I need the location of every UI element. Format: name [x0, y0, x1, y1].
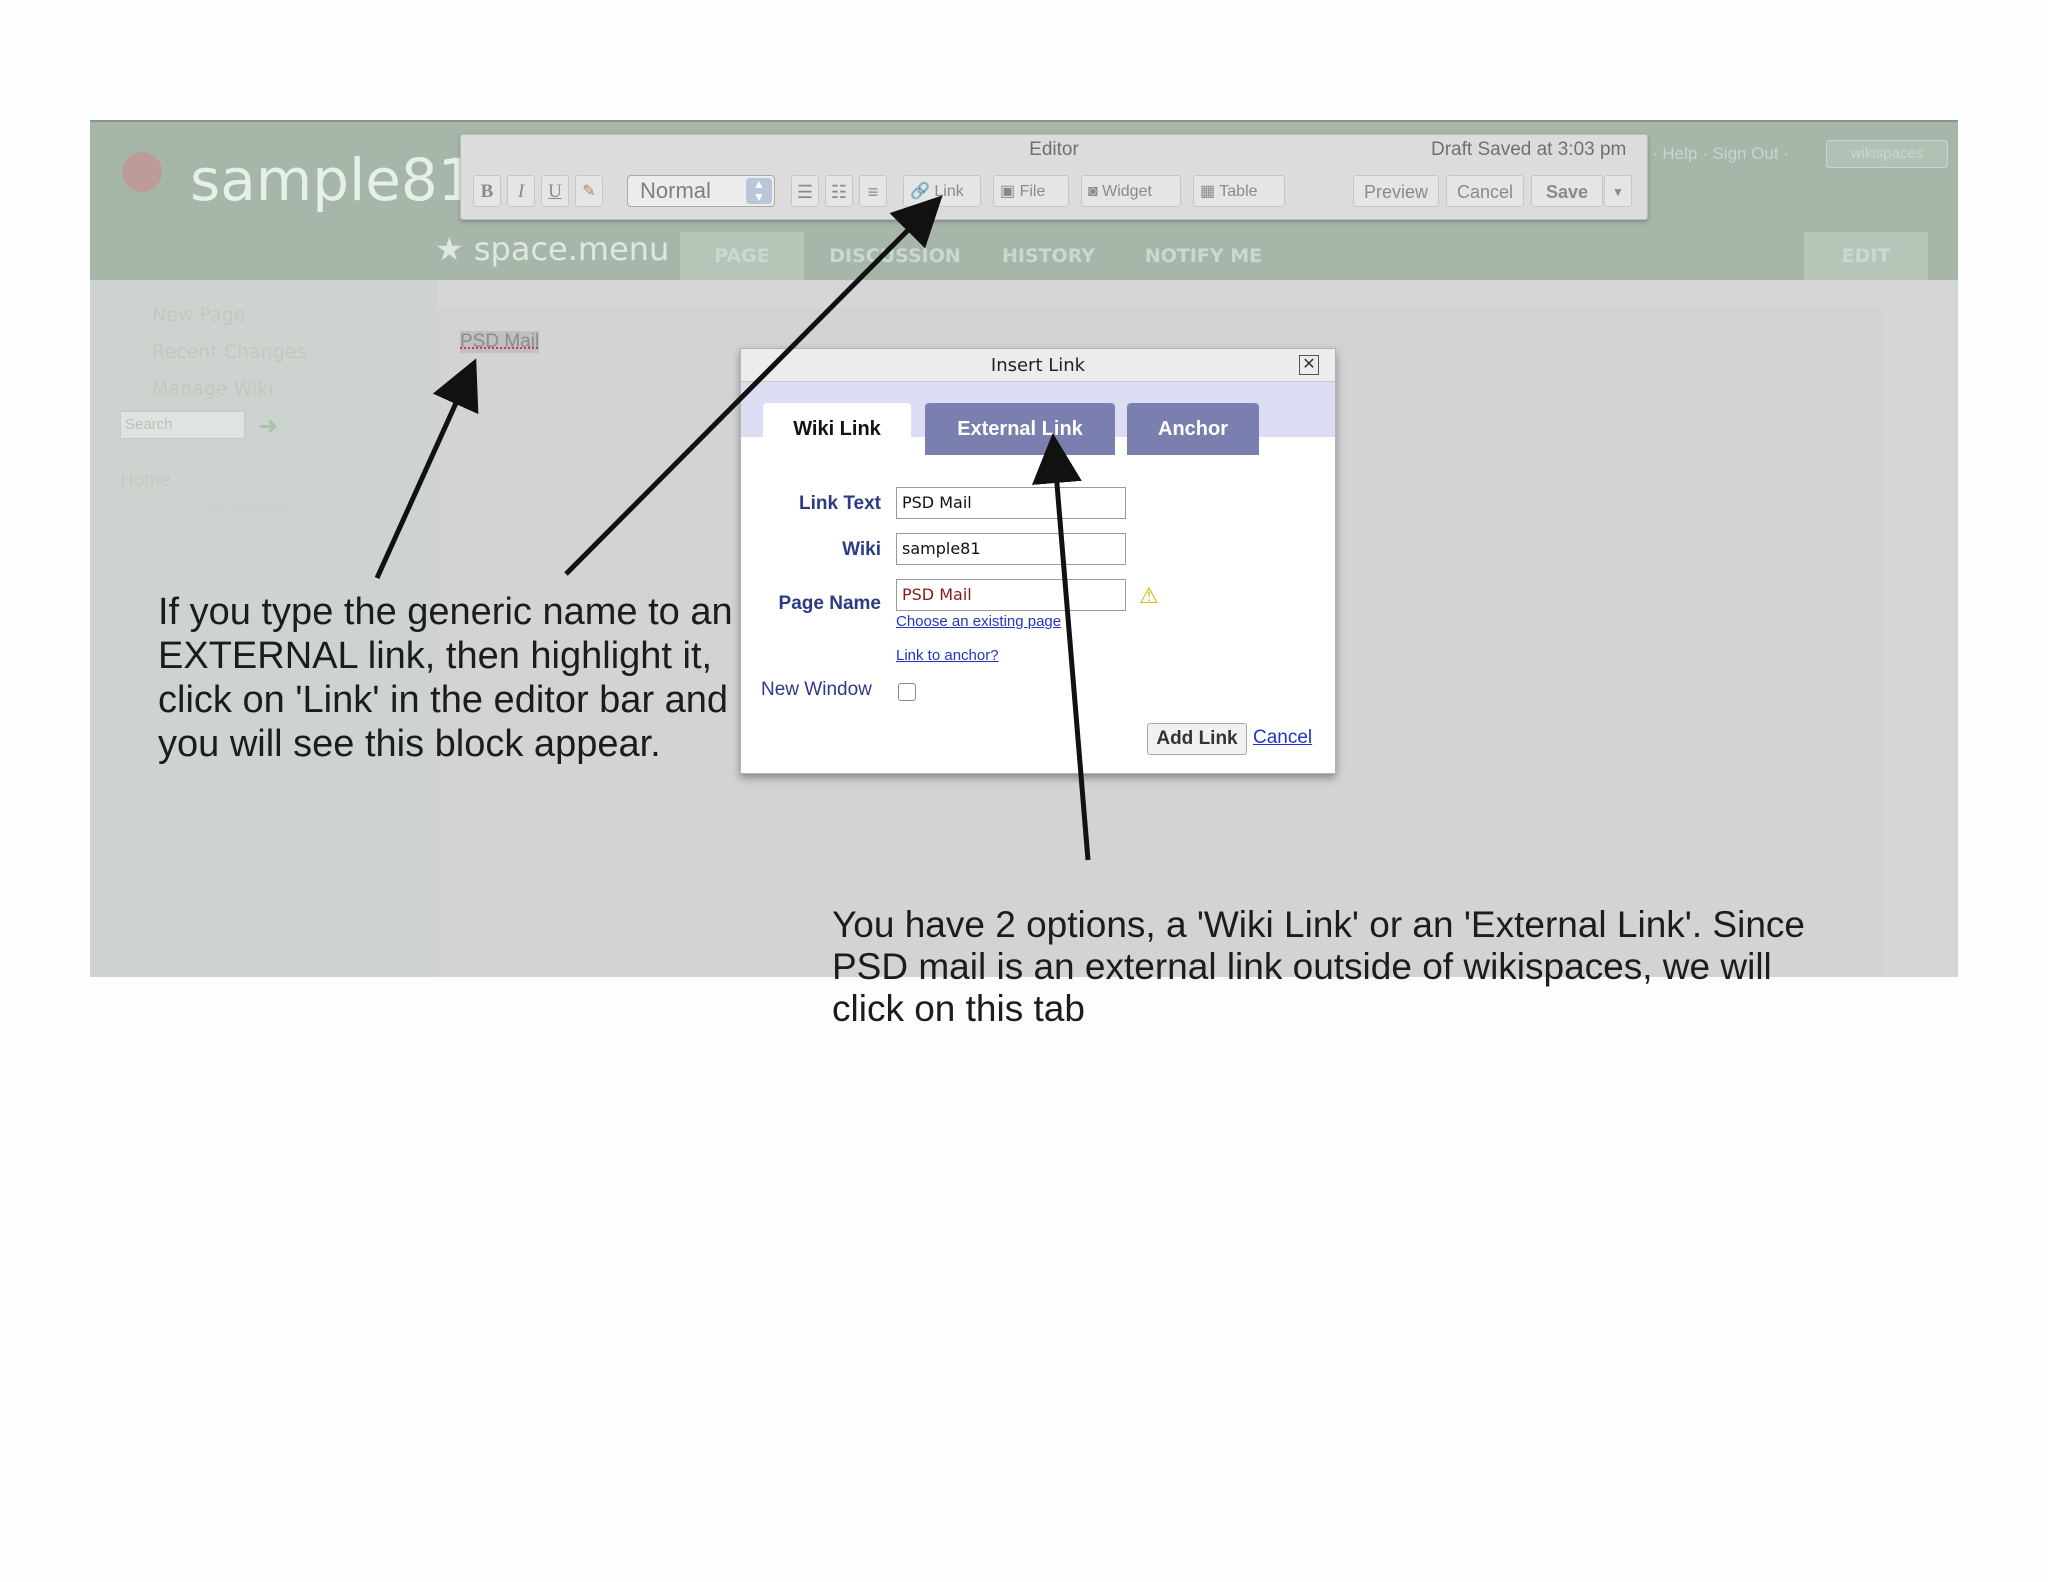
annotation-bottom-note: You have 2 options, a 'Wiki Link' or an … [832, 904, 1805, 1029]
arrow-to-selected-text [374, 358, 479, 580]
annotation-left-note: If you type the generic name to an EXTER… [158, 591, 733, 765]
arrow-to-link-button [564, 195, 943, 576]
annotation-arrows [374, 195, 1091, 861]
arrow-to-external-link-tab [1031, 433, 1091, 861]
